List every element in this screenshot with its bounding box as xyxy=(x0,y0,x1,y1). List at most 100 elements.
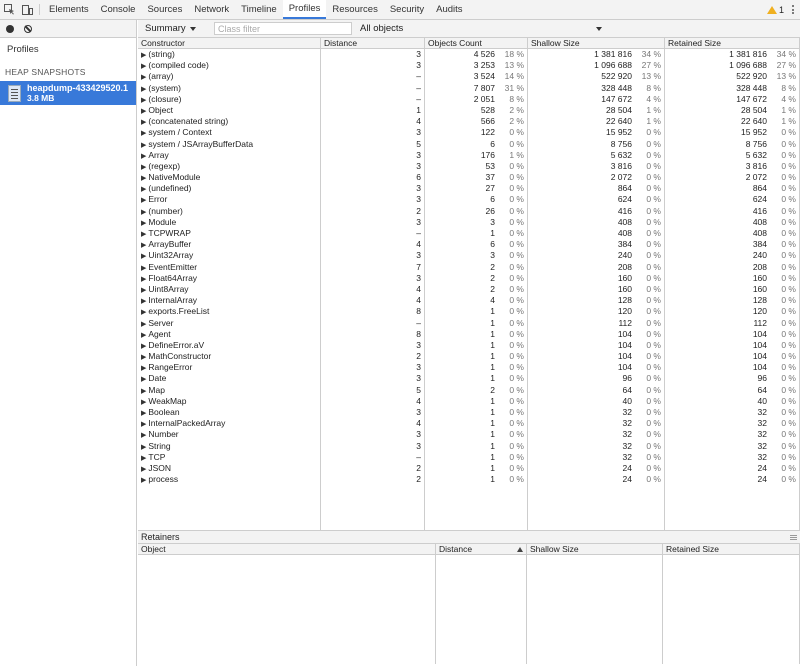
table-row[interactable]: ▶ (string) 3 4 526 18 % 1 381 816 34 % 1 381 81… xyxy=(138,49,800,61)
expand-arrow-icon[interactable]: ▶ xyxy=(141,108,146,115)
inspect-element-icon[interactable] xyxy=(0,0,18,19)
expand-arrow-icon[interactable]: ▶ xyxy=(141,276,146,283)
expand-arrow-icon[interactable]: ▶ xyxy=(141,97,146,104)
expand-arrow-icon[interactable]: ▶ xyxy=(141,175,146,182)
retainers-header-object[interactable]: Object xyxy=(138,544,436,554)
constructor-cell[interactable]: ▶ RangeError xyxy=(138,362,321,374)
record-icon[interactable] xyxy=(6,24,14,33)
objects-select[interactable]: All objects xyxy=(352,23,602,34)
table-row[interactable]: ▶ Module 3 3 0 % 408 0 % 408 0 % xyxy=(138,216,800,228)
table-row[interactable]: ▶ Number 3 1 0 % 32 0 % 32 0 % xyxy=(138,429,800,441)
table-row[interactable]: ▶ (regexp) 3 53 0 % 3 816 0 % 3 816 0 % xyxy=(138,160,800,173)
table-row[interactable]: ▶ RangeError 3 1 0 % 104 0 % 104 0 % xyxy=(138,362,800,374)
expand-arrow-icon[interactable]: ▶ xyxy=(141,388,146,395)
table-row[interactable]: ▶ ArrayBuffer 4 6 0 % 384 0 % 384 0 % xyxy=(138,239,800,251)
constructor-cell[interactable]: ▶ EventEmitter xyxy=(138,261,321,273)
table-row[interactable]: ▶ Agent 8 1 0 % 104 0 % 104 0 % xyxy=(138,328,800,340)
expand-arrow-icon[interactable]: ▶ xyxy=(141,186,146,193)
constructor-cell[interactable]: ▶ (number) xyxy=(138,205,321,217)
table-row[interactable]: ▶ Server –1 0 % 112 0 % 112 0 % xyxy=(138,317,800,329)
expand-arrow-icon[interactable]: ▶ xyxy=(141,209,146,216)
constructor-cell[interactable]: ▶ Uint32Array xyxy=(138,250,321,262)
expand-arrow-icon[interactable]: ▶ xyxy=(141,253,146,260)
expand-arrow-icon[interactable]: ▶ xyxy=(141,332,146,339)
table-row[interactable]: ▶ (concatenated string) 4 566 2 % 22 640 1 % 22… xyxy=(138,116,800,128)
constructor-cell[interactable]: ▶ InternalPackedArray xyxy=(138,418,321,430)
expand-arrow-icon[interactable]: ▶ xyxy=(141,421,146,428)
constructor-cell[interactable]: ▶ Boolean xyxy=(138,407,321,419)
constructor-cell[interactable]: ▶ Date xyxy=(138,373,321,385)
constructor-cell[interactable]: ▶ Server xyxy=(138,317,321,329)
table-row[interactable]: ▶ (undefined) 3 27 0 % 864 0 % 864 0 % xyxy=(138,183,800,195)
resize-grip-icon[interactable] xyxy=(790,534,797,540)
tab-elements[interactable]: Elements xyxy=(43,0,95,19)
table-row[interactable]: ▶ MathConstructor 2 1 0 % 104 0 % 104 0 % xyxy=(138,351,800,363)
view-select[interactable]: Summary xyxy=(138,23,214,34)
expand-arrow-icon[interactable]: ▶ xyxy=(141,399,146,406)
table-row[interactable]: ▶ (number) 2 26 0 % 416 0 % 416 0 % xyxy=(138,205,800,217)
constructor-cell[interactable]: ▶ WeakMap xyxy=(138,395,321,407)
constructor-cell[interactable]: ▶ (compiled code) xyxy=(138,60,321,72)
table-row[interactable]: ▶ InternalArray 4 4 0 % 128 0 % 128 0 % xyxy=(138,295,800,307)
table-row[interactable]: ▶ DefineError.aV 3 1 0 % 104 0 % 104 0 % xyxy=(138,339,800,352)
table-row[interactable]: ▶ EventEmitter 7 2 0 % 208 0 % 208 0 % xyxy=(138,261,800,273)
constructor-cell[interactable]: ▶ Agent xyxy=(138,328,321,340)
table-row[interactable]: ▶ Float64Array 3 2 0 % 160 0 % 160 0 % xyxy=(138,272,800,284)
expand-arrow-icon[interactable]: ▶ xyxy=(141,142,146,149)
expand-arrow-icon[interactable]: ▶ xyxy=(141,63,146,70)
expand-arrow-icon[interactable]: ▶ xyxy=(141,220,146,227)
constructor-cell[interactable]: ▶ Uint8Array xyxy=(138,283,321,296)
table-row[interactable]: ▶ system / JSArrayBufferData 5 6 0 % 8 756 0 %… xyxy=(138,138,800,150)
table-row[interactable]: ▶ Uint8Array 4 2 0 % 160 0 % 160 0 % xyxy=(138,283,800,296)
expand-arrow-icon[interactable]: ▶ xyxy=(141,242,146,249)
expand-arrow-icon[interactable]: ▶ xyxy=(141,343,146,350)
table-row[interactable]: ▶ Uint32Array 3 3 0 % 240 0 % 240 0 % xyxy=(138,250,800,262)
constructor-cell[interactable]: ▶ system / JSArrayBufferData xyxy=(138,138,321,150)
tab-console[interactable]: Console xyxy=(95,0,142,19)
clear-all-icon[interactable] xyxy=(24,24,32,33)
expand-arrow-icon[interactable]: ▶ xyxy=(141,376,146,383)
constructor-cell[interactable]: ▶ String xyxy=(138,440,321,452)
expand-arrow-icon[interactable]: ▶ xyxy=(141,477,146,484)
class-filter-input[interactable] xyxy=(214,22,352,35)
expand-arrow-icon[interactable]: ▶ xyxy=(141,410,146,417)
constructor-cell[interactable]: ▶ (system) xyxy=(138,82,321,94)
tab-profiles[interactable]: Profiles xyxy=(282,0,327,19)
expand-arrow-icon[interactable]: ▶ xyxy=(141,298,146,305)
retainers-header-shallow-size[interactable]: Shallow Size xyxy=(527,544,663,554)
expand-arrow-icon[interactable]: ▶ xyxy=(141,444,146,451)
table-row[interactable]: ▶ Map 5 2 0 % 64 0 % 64 0 % xyxy=(138,384,800,396)
header-constructor[interactable]: Constructor xyxy=(138,38,321,48)
tab-sources[interactable]: Sources xyxy=(141,0,188,19)
table-row[interactable]: ▶ exports.FreeList 8 1 0 % 120 0 % 120 0 % xyxy=(138,306,800,318)
constructor-cell[interactable]: ▶ (concatenated string) xyxy=(138,116,321,128)
profiles-title[interactable]: Profiles xyxy=(0,38,136,61)
table-row[interactable]: ▶ String 3 1 0 % 32 0 % 32 0 % xyxy=(138,440,800,452)
tab-network[interactable]: Network xyxy=(188,0,235,19)
expand-arrow-icon[interactable]: ▶ xyxy=(141,164,146,171)
expand-arrow-icon[interactable]: ▶ xyxy=(141,354,146,361)
expand-arrow-icon[interactable]: ▶ xyxy=(141,74,146,81)
table-row[interactable]: ▶ NativeModule 6 37 0 % 2 072 0 % 2 072 0 % xyxy=(138,172,800,184)
constructor-cell[interactable]: ▶ MathConstructor xyxy=(138,351,321,363)
table-row[interactable]: ▶ (system) –7 807 31 % 328 448 8 % 328 448 8 % xyxy=(138,82,800,94)
expand-arrow-icon[interactable]: ▶ xyxy=(141,130,146,137)
constructor-cell[interactable]: ▶ DefineError.aV xyxy=(138,339,321,352)
device-mode-icon[interactable] xyxy=(18,0,36,19)
constructor-cell[interactable]: ▶ TCPWRAP xyxy=(138,228,321,240)
constructor-cell[interactable]: ▶ (closure) xyxy=(138,93,321,105)
expand-arrow-icon[interactable]: ▶ xyxy=(141,119,146,126)
expand-arrow-icon[interactable]: ▶ xyxy=(141,466,146,473)
table-row[interactable]: ▶ Boolean 3 1 0 % 32 0 % 32 0 % xyxy=(138,407,800,419)
expand-arrow-icon[interactable]: ▶ xyxy=(141,231,146,238)
table-row[interactable]: ▶ TCPWRAP –1 0 % 408 0 % 408 0 % xyxy=(138,228,800,240)
tab-resources[interactable]: Resources xyxy=(326,0,383,19)
constructor-cell[interactable]: ▶ Number xyxy=(138,429,321,441)
warning-counter[interactable]: 1 xyxy=(766,5,784,15)
expand-arrow-icon[interactable]: ▶ xyxy=(141,153,146,160)
header-shallow-size[interactable]: Shallow Size xyxy=(528,38,665,48)
tab-security[interactable]: Security xyxy=(384,0,430,19)
expand-arrow-icon[interactable]: ▶ xyxy=(141,287,146,294)
constructor-cell[interactable]: ▶ Float64Array xyxy=(138,272,321,284)
table-row[interactable]: ▶ WeakMap 4 1 0 % 40 0 % 40 0 % xyxy=(138,395,800,407)
